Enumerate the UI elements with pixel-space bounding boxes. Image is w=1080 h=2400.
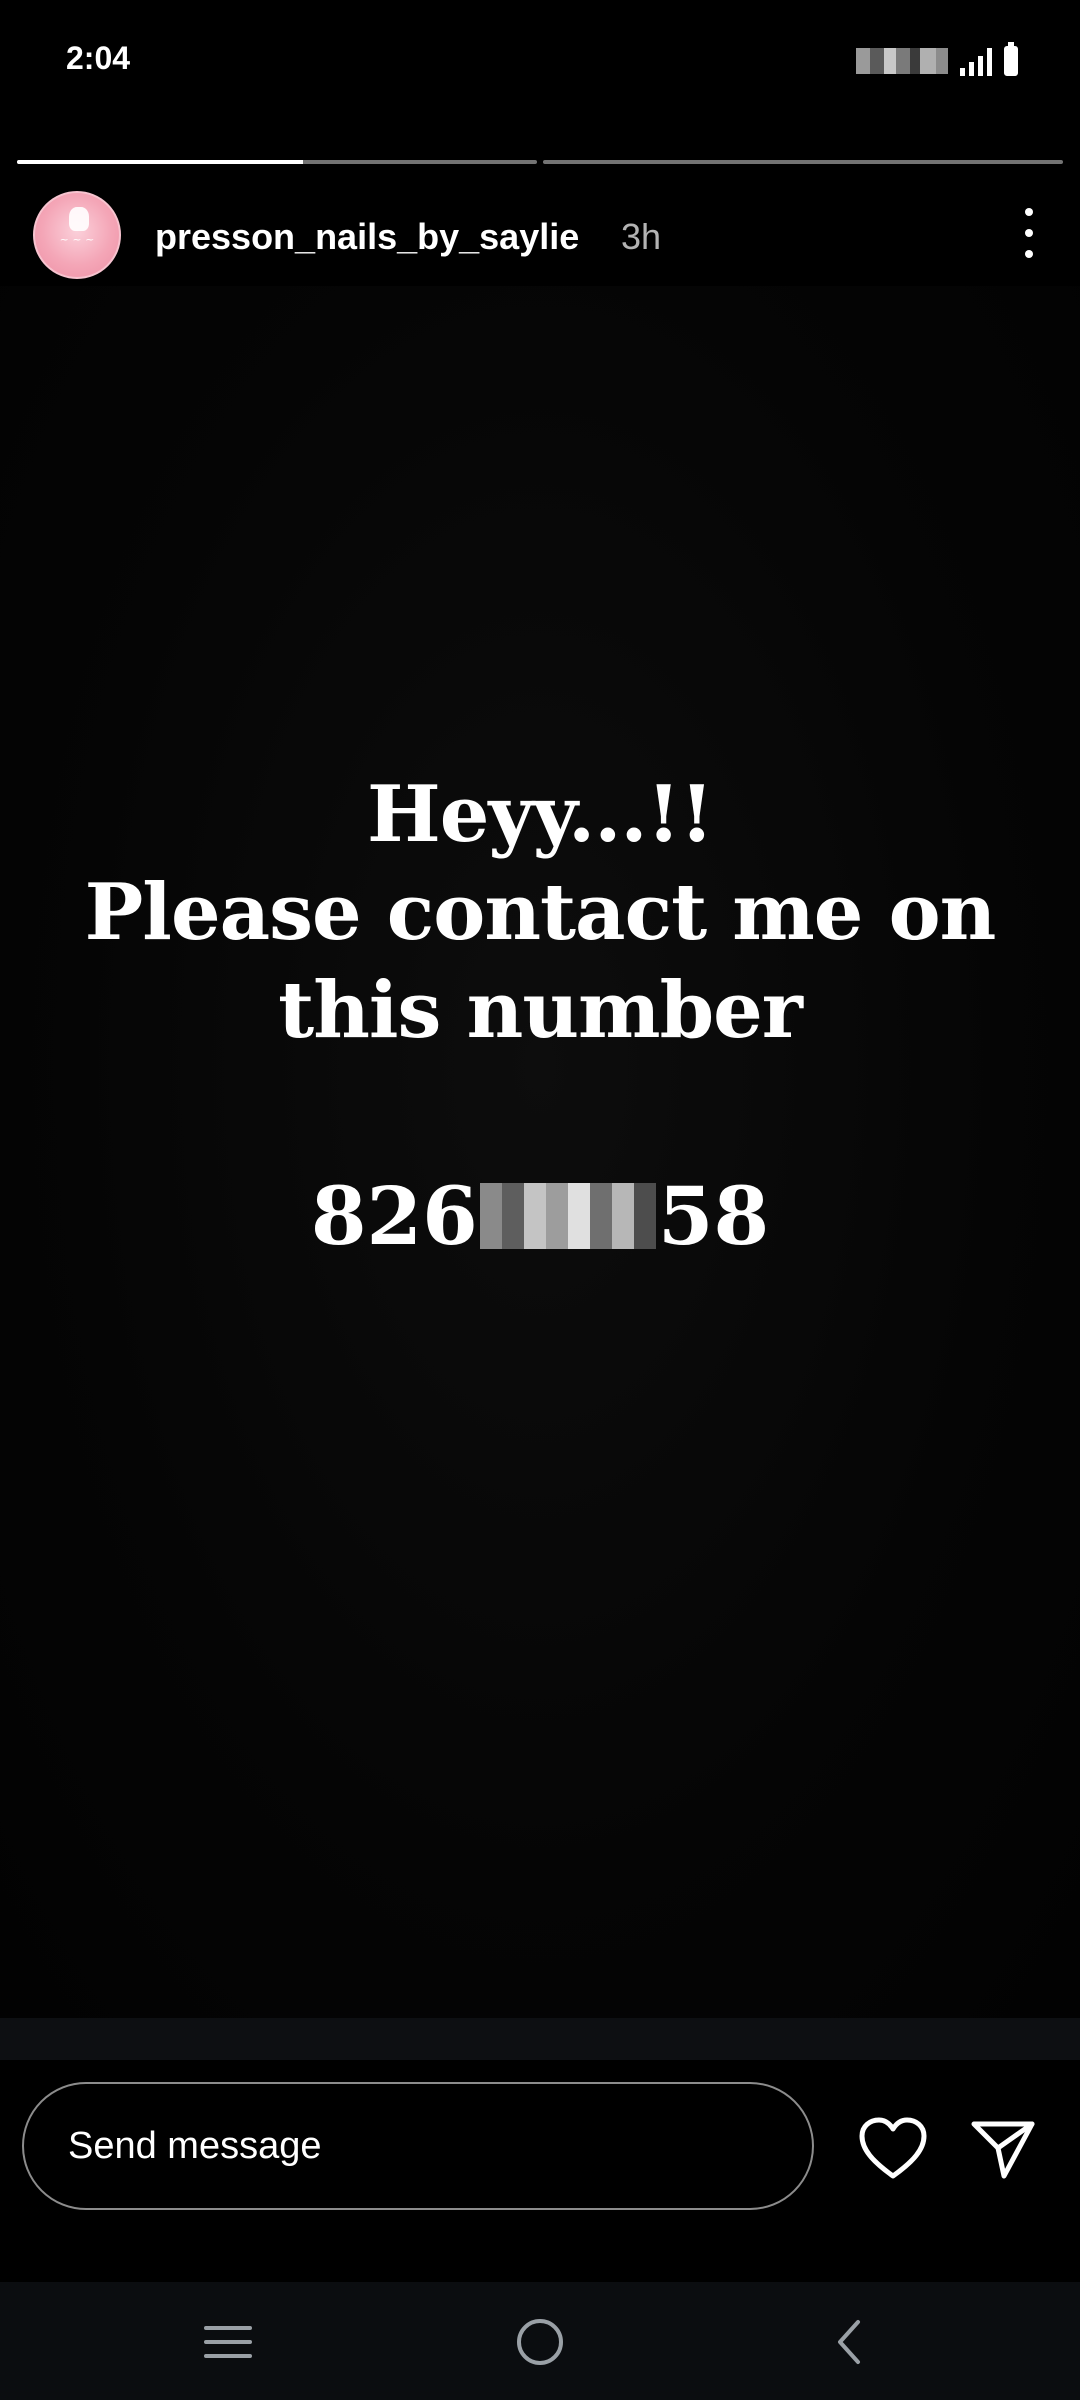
avatar-logo-script: ~ ~ ~ xyxy=(59,233,95,246)
more-vertical-icon[interactable] xyxy=(1014,208,1044,258)
blurred-status-icons xyxy=(856,48,948,74)
battery-icon xyxy=(1004,42,1018,76)
recent-apps-icon[interactable] xyxy=(198,2312,258,2372)
back-icon[interactable] xyxy=(820,2312,880,2372)
time-ago: 3h xyxy=(621,216,662,257)
phone-number: 826 58 xyxy=(0,1166,1080,1266)
signal-icon xyxy=(960,46,992,76)
phone-prefix: 826 xyxy=(310,1169,478,1263)
progress-segment xyxy=(543,160,1063,164)
status-bar: 2:04 xyxy=(0,0,1080,120)
heart-icon[interactable] xyxy=(858,2116,928,2182)
story-text-line: Please contact me on xyxy=(84,867,997,958)
system-nav-bar xyxy=(0,2282,1080,2400)
phone-redacted-block xyxy=(479,1183,656,1249)
story-text-line: Heyy...!! xyxy=(367,769,714,860)
status-time: 2:04 xyxy=(66,40,131,76)
avatar[interactable]: ~ ~ ~ xyxy=(33,191,121,279)
story-progress xyxy=(17,160,1063,164)
story-header: ~ ~ ~ presson_nails_by_saylie 3h xyxy=(0,186,1080,286)
username[interactable]: presson_nails_by_saylie xyxy=(155,216,579,258)
avatar-logo-hand xyxy=(69,207,89,231)
progress-segment xyxy=(17,160,537,164)
story-content[interactable]: Heyy...!! Please contact me on this numb… xyxy=(0,286,1080,2018)
reply-bar: Send message xyxy=(0,2060,1080,2282)
home-icon[interactable] xyxy=(510,2312,570,2372)
status-indicators xyxy=(856,42,1018,78)
send-icon[interactable] xyxy=(968,2116,1038,2182)
phone-suffix: 58 xyxy=(657,1169,770,1263)
story-text: Heyy...!! Please contact me on this numb… xyxy=(0,766,1080,1060)
story-text-line: this number xyxy=(278,965,803,1056)
content-divider xyxy=(0,2018,1080,2060)
progress-fill xyxy=(17,160,303,164)
send-message-input[interactable]: Send message xyxy=(22,2082,814,2210)
